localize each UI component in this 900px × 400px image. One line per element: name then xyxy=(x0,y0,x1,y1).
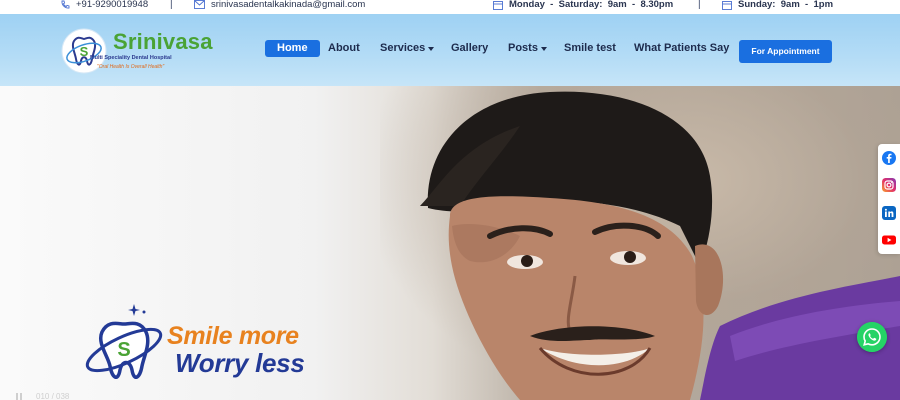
logo-letter: S xyxy=(80,44,89,59)
email-contact[interactable]: srinivasadentalkakinada@gmail.com xyxy=(194,0,365,10)
nav-label: Services xyxy=(380,42,426,54)
nav-label: Home xyxy=(277,42,308,54)
sunday-hours: Sunday: 9am - 1pm xyxy=(722,0,833,10)
calendar-icon xyxy=(722,0,732,10)
separator: | xyxy=(698,0,701,10)
nav-gallery[interactable]: Gallery xyxy=(451,40,488,57)
hero-photo xyxy=(420,91,900,400)
nav-label: Posts xyxy=(508,42,538,54)
hero-slogan-line2: Worry less xyxy=(175,348,305,378)
smile-tooth-logo-icon: S xyxy=(85,304,163,379)
top-contact-bar: +91-9290019948 | srinivasadentalkakinada… xyxy=(0,0,900,14)
weekday-hours: Monday - Saturday: 9am - 8.30pm xyxy=(493,0,673,10)
phone-contact[interactable]: +91-9290019948 xyxy=(60,0,148,10)
appointment-button[interactable]: For Appointment xyxy=(739,40,832,63)
social-sidebar xyxy=(878,144,900,254)
nav-smile-test[interactable]: Smile test xyxy=(564,40,616,57)
nav-about[interactable]: About xyxy=(328,40,360,57)
caret-down-icon xyxy=(428,46,435,51)
brand-subtitle: Multi Speciality Dental Hospital xyxy=(90,55,172,61)
linkedin-icon[interactable] xyxy=(882,206,896,220)
nav-services[interactable]: Services xyxy=(380,40,435,57)
site-header: S Srinivasa Multi Speciality Dental Hosp… xyxy=(0,14,900,86)
sunday-hours-text: Sunday: 9am - 1pm xyxy=(738,0,834,10)
nav-label: Smile test xyxy=(564,42,616,54)
brand-tagline: "Oral Health Is Overall Health" xyxy=(97,64,165,70)
envelope-icon xyxy=(194,0,205,9)
nav-posts[interactable]: Posts xyxy=(508,40,547,57)
slide-counter: 010 / 038 xyxy=(36,392,70,400)
nav-label: What Patients Say xyxy=(634,42,730,54)
separator: | xyxy=(170,0,173,10)
nav-label: Gallery xyxy=(451,42,489,54)
hero-slider: S Smile more Worry less xyxy=(0,86,900,400)
nav-label: About xyxy=(328,42,360,54)
instagram-icon[interactable] xyxy=(882,178,896,192)
nav-what-patients-say[interactable]: What Patients Say xyxy=(634,40,729,57)
calendar-icon xyxy=(493,0,503,10)
nav-home[interactable]: Home xyxy=(265,40,320,57)
email-address: srinivasadentalkakinada@gmail.com xyxy=(211,0,366,10)
phone-number: +91-9290019948 xyxy=(76,0,149,10)
hero-slogan-line1: Smile more xyxy=(167,322,299,350)
youtube-icon[interactable] xyxy=(882,233,896,247)
phone-icon xyxy=(61,0,70,8)
facebook-icon[interactable] xyxy=(882,151,896,165)
whatsapp-icon[interactable] xyxy=(857,322,887,352)
slogan-logo-letter: S xyxy=(117,339,130,361)
brand-name: Srinivasa xyxy=(113,29,213,54)
caret-down-icon xyxy=(540,46,547,51)
slider-controls: 010 / 038 xyxy=(16,392,69,400)
pause-icon[interactable] xyxy=(16,392,22,400)
weekday-hours-text: Monday - Saturday: 9am - 8.30pm xyxy=(509,0,674,10)
site-logo[interactable]: S Srinivasa Multi Speciality Dental Hosp… xyxy=(60,27,225,75)
